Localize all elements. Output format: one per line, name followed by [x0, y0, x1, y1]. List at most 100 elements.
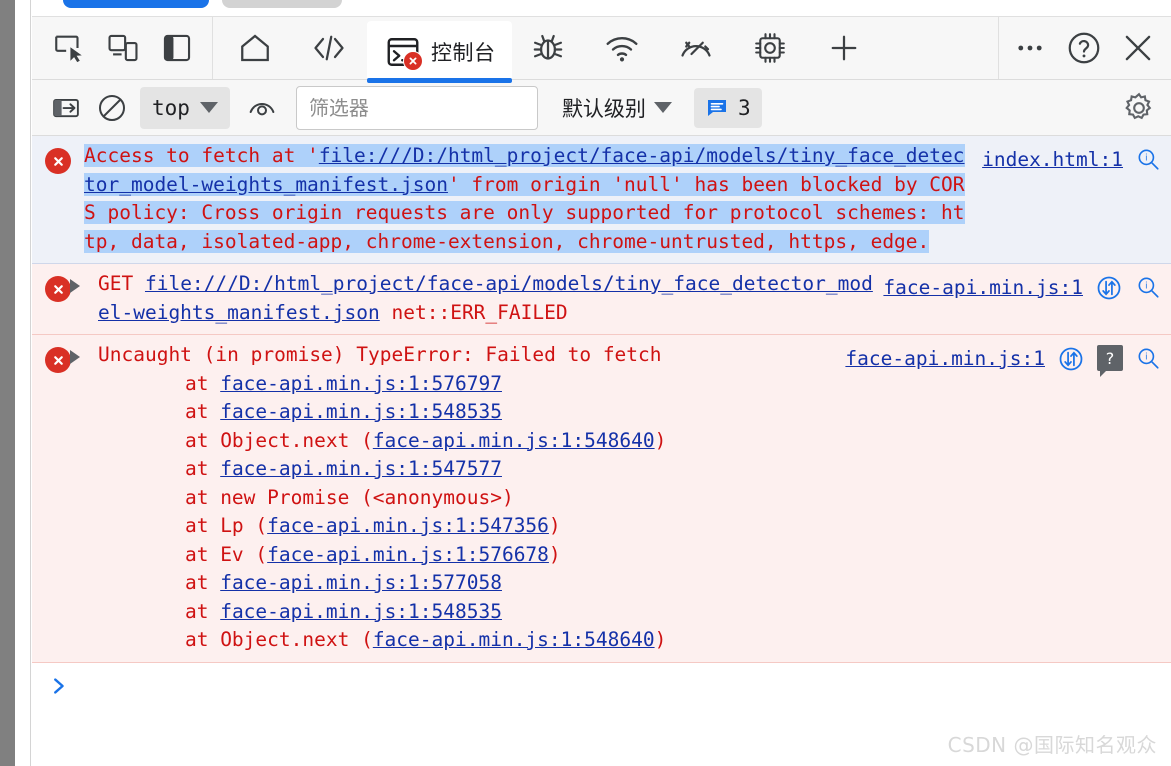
message-side-2: face-api.min.js:1 i: [873, 270, 1161, 303]
message-side-3: face-api.min.js:1 ? i: [835, 341, 1161, 377]
stack-link[interactable]: face-api.min.js:1:576797: [220, 372, 502, 395]
stack-link[interactable]: face-api.min.js:1:577058: [220, 571, 502, 594]
home-icon: [235, 30, 277, 66]
search-magnifier-icon[interactable]: i: [1135, 274, 1161, 300]
message-side-1: index.html:1 i: [972, 142, 1161, 175]
stack-frame: at Lp (face-api.min.js:1:547356): [98, 512, 835, 541]
console-message-text: Access to fetch at 'file:///D:/html_proj…: [84, 142, 972, 256]
browser-tab-inactive[interactable]: [222, 0, 342, 8]
devtools-toolbar: 控制台: [32, 16, 1171, 83]
toolbar-right-group: [999, 17, 1171, 79]
stack-prefix: at Ev (: [138, 542, 268, 566]
console-sidebar-icon[interactable]: [44, 86, 88, 130]
help-icon[interactable]: [1057, 21, 1111, 75]
console-error-badge-icon: [403, 51, 423, 71]
gear-icon[interactable]: [1117, 86, 1161, 130]
console-message-uncaught-typeerror[interactable]: Uncaught (in promise) TypeError: Failed …: [32, 335, 1171, 663]
message-count: 3: [737, 95, 751, 120]
gauge-icon: [676, 30, 718, 66]
source-link[interactable]: index.html:1: [982, 146, 1123, 175]
tab-network[interactable]: [586, 17, 660, 79]
tab-performance[interactable]: [660, 17, 734, 79]
tab-home[interactable]: [219, 17, 293, 79]
console-prompt-row[interactable]: [32, 662, 1171, 713]
execution-context-value: top: [152, 95, 190, 120]
filter-input[interactable]: [295, 85, 538, 130]
clear-console-icon[interactable]: [90, 86, 134, 130]
devtools-panel: 控制台 top 筛选器 默认级别 3 Access to fetch at 'f…: [32, 0, 1171, 766]
console-message-cors[interactable]: Access to fetch at 'file:///D:/html_proj…: [32, 136, 1171, 264]
stack-suffix: ): [654, 428, 667, 452]
network-request-icon[interactable]: [1057, 345, 1085, 373]
tab-debugger[interactable]: [512, 17, 586, 79]
msg2-part-2: net::ERR_FAILED: [379, 300, 568, 324]
msg2-part-0: GET: [98, 272, 145, 295]
stack-suffix: ): [654, 628, 667, 651]
expand-arrow-icon[interactable]: [70, 350, 80, 364]
inspect-element-icon[interactable]: [42, 21, 96, 75]
stack-frame: at face-api.min.js:1:548535: [98, 398, 835, 427]
tab-console-label: 控制台: [431, 41, 496, 65]
console-message-list[interactable]: Access to fetch at 'file:///D:/html_proj…: [32, 136, 1171, 766]
code-icon: [309, 30, 351, 66]
console-message-text: Uncaught (in promise) TypeError: Failed …: [70, 341, 835, 655]
stack-frame: at Ev (face-api.min.js:1:576678): [98, 541, 835, 570]
window-left-gap: [15, 0, 31, 766]
stack-link[interactable]: face-api.min.js:1:547356: [267, 514, 549, 537]
stack-frame: at face-api.min.js:1:577058: [98, 569, 835, 598]
dock-side-icon[interactable]: [150, 21, 204, 75]
source-link[interactable]: face-api.min.js:1: [883, 274, 1083, 303]
stack-prefix: at Lp (: [138, 514, 268, 537]
console-message-get-failed[interactable]: GET file:///D:/html_project/face-api/mod…: [32, 264, 1171, 335]
device-toolbar-icon[interactable]: [96, 21, 150, 75]
search-magnifier-icon[interactable]: i: [1135, 146, 1161, 172]
eye-icon[interactable]: [240, 86, 284, 130]
csdn-watermark: CSDN @国际知名观众: [947, 733, 1157, 757]
stack-prefix: at: [138, 457, 221, 480]
message-icon: [705, 96, 729, 120]
message-count-badge[interactable]: 3: [693, 87, 762, 128]
stack-link[interactable]: face-api.min.js:1:576678: [267, 543, 549, 566]
expand-arrow-icon[interactable]: [70, 279, 80, 293]
stack-frame: at face-api.min.js:1:576797: [98, 370, 835, 399]
network-request-icon[interactable]: [1095, 274, 1123, 302]
tab-memory[interactable]: [734, 17, 808, 79]
stack-link[interactable]: face-api.min.js:1:548535: [220, 600, 502, 623]
stack-prefix: at: [138, 371, 221, 395]
bug-icon: [528, 30, 570, 66]
stack-link[interactable]: face-api.min.js:1:548640: [373, 429, 655, 452]
prompt-caret-icon: [32, 669, 84, 699]
stack-link[interactable]: face-api.min.js:1:548535: [220, 400, 502, 423]
stack-link[interactable]: face-api.min.js:1:548640: [373, 628, 655, 651]
stack-suffix: ): [548, 542, 561, 566]
window-left-edge: [0, 0, 15, 766]
stack-suffix: ): [548, 514, 561, 537]
search-magnifier-icon[interactable]: i: [1135, 345, 1161, 371]
close-icon[interactable]: [1111, 21, 1165, 75]
console-icon: [383, 34, 425, 71]
wifi-icon: [602, 30, 644, 66]
stack-prefix: at: [138, 571, 221, 594]
stack-link[interactable]: face-api.min.js:1:547577: [220, 457, 502, 480]
chip-icon: [750, 30, 792, 66]
stack-frame: at face-api.min.js:1:547577: [98, 455, 835, 484]
devtools-window: 控制台 top 筛选器 默认级别 3 Access to fetch at 'f…: [0, 0, 1171, 766]
browser-tabstrip: [32, 0, 1171, 16]
tab-add-panel[interactable]: [808, 17, 882, 79]
tab-sources[interactable]: [293, 17, 367, 79]
log-level-selector[interactable]: 默认级别: [562, 93, 672, 123]
stack-frame: at new Promise (<anonymous>): [98, 484, 835, 513]
more-options-icon[interactable]: [1003, 21, 1057, 75]
error-icon: [32, 142, 84, 174]
browser-tab-active[interactable]: [63, 0, 209, 8]
stack-prefix: at Object.next (: [138, 628, 373, 651]
tab-console[interactable]: 控制台: [367, 21, 512, 83]
svg-text:i: i: [1145, 281, 1147, 291]
explain-error-icon[interactable]: ?: [1097, 345, 1123, 377]
source-link[interactable]: face-api.min.js:1: [845, 345, 1045, 374]
execution-context-selector[interactable]: top: [140, 86, 230, 129]
stack-frame: at Object.next (face-api.min.js:1:548640…: [98, 626, 835, 655]
console-message-text: GET file:///D:/html_project/face-api/mod…: [70, 270, 873, 327]
stack-prefix: at: [138, 599, 221, 623]
stack-prefix: at Object.next (: [138, 428, 373, 452]
